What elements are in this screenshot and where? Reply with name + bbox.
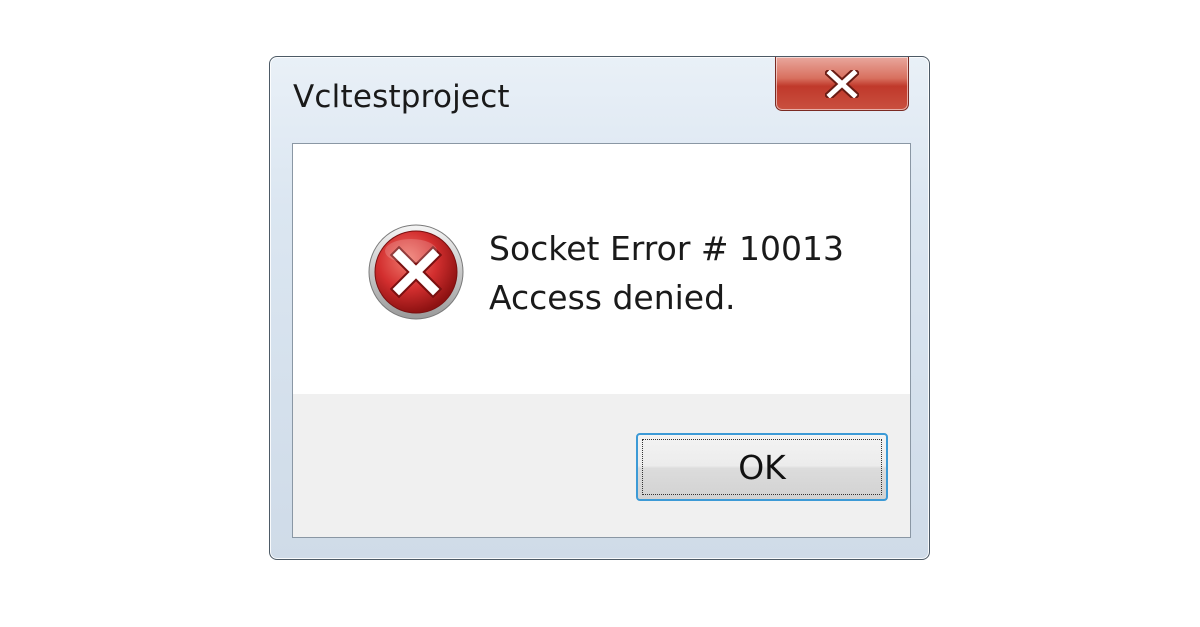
dialog-body: Socket Error # 10013 Access denied. OK bbox=[292, 143, 911, 538]
error-description: Access denied. bbox=[489, 278, 736, 317]
title-bar[interactable]: Vcltestproject bbox=[270, 57, 929, 143]
close-x-icon bbox=[825, 69, 859, 98]
error-title: Socket Error # 10013 bbox=[489, 229, 844, 268]
screen: Vcltestproject Socket Error # 10013 Acce… bbox=[0, 0, 1200, 627]
error-icon bbox=[368, 224, 464, 320]
window-title: Vcltestproject bbox=[293, 79, 510, 115]
ok-button[interactable]: OK bbox=[636, 433, 888, 501]
message-dialog: Vcltestproject Socket Error # 10013 Acce… bbox=[269, 56, 930, 560]
message-area: Socket Error # 10013 Access denied. bbox=[293, 144, 910, 394]
message-text: Socket Error # 10013 Access denied. bbox=[489, 224, 844, 322]
button-area: OK bbox=[293, 394, 910, 537]
close-button[interactable] bbox=[775, 57, 909, 111]
ok-button-label: OK bbox=[738, 447, 786, 487]
